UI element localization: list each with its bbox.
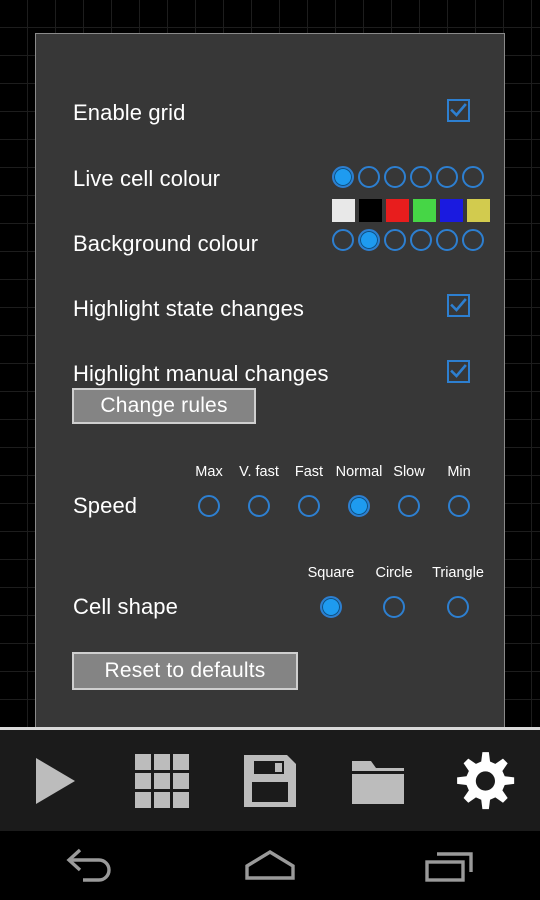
speed-radio-fast[interactable] (298, 495, 320, 517)
enable-grid-checkbox[interactable] (447, 99, 470, 122)
back-icon (66, 848, 111, 882)
settings-dialog: Enable grid Live cell colour Background … (35, 33, 505, 727)
cell-shape-caption-triangle: Triangle (432, 565, 484, 581)
recents-button[interactable] (360, 831, 540, 900)
speed-radio-normal[interactable] (348, 495, 370, 517)
colour-swatch-yellow (467, 199, 490, 222)
live-cell-colour-radio-green[interactable] (410, 166, 432, 188)
live-cell-colour-radio-blue[interactable] (436, 166, 458, 188)
colour-swatch-strip (332, 199, 494, 222)
colour-swatch-blue (440, 199, 463, 222)
speed-caption-min: Min (447, 464, 471, 480)
background-colour-label: Background colour (73, 231, 259, 256)
gear-icon (457, 751, 515, 809)
setting-row-speed: Speed (36, 489, 504, 523)
speed-radio-max[interactable] (198, 495, 220, 517)
setting-row-enable-grid[interactable]: Enable grid (36, 96, 504, 130)
setting-row-cell-shape: Cell shape (36, 590, 504, 624)
speed-radio-v-fast[interactable] (248, 495, 270, 517)
enable-grid-label: Enable grid (73, 100, 186, 125)
open-button[interactable] (332, 735, 424, 827)
cell-shape-radio-triangle[interactable] (447, 596, 469, 618)
speed-radio-slow[interactable] (398, 495, 420, 517)
colour-swatch-black (359, 199, 382, 222)
change-rules-button[interactable]: Change rules (72, 388, 256, 424)
cell-shape-radio-square[interactable] (320, 596, 342, 618)
live-cell-colour-radio-red[interactable] (384, 166, 406, 188)
checkmark-icon (450, 103, 467, 117)
speed-radio-min[interactable] (448, 495, 470, 517)
highlight-state-changes-label: Highlight state changes (73, 296, 305, 321)
app-toolbar (0, 730, 540, 831)
save-button[interactable] (224, 735, 316, 827)
background-colour-radio-group[interactable] (332, 229, 484, 251)
folder-icon (352, 760, 404, 804)
highlight-manual-changes-checkbox[interactable] (447, 360, 470, 383)
colour-swatch-red (386, 199, 409, 222)
checkmark-icon (450, 298, 467, 312)
live-cell-colour-radio-yellow[interactable] (462, 166, 484, 188)
android-nav-bar (0, 831, 540, 900)
setting-row-highlight-manual-changes[interactable]: Highlight manual changes (36, 357, 504, 391)
colour-swatch-green (413, 199, 436, 222)
live-cell-colour-radio-black[interactable] (358, 166, 380, 188)
play-button[interactable] (8, 735, 100, 827)
grid-icon (135, 753, 189, 808)
save-icon (244, 754, 296, 807)
setting-row-highlight-state-changes[interactable]: Highlight state changes (36, 292, 504, 326)
home-button[interactable] (180, 831, 360, 900)
back-button[interactable] (0, 831, 180, 900)
background-colour-radio-blue[interactable] (436, 229, 458, 251)
recents-icon (425, 851, 473, 882)
play-icon (36, 757, 75, 804)
checkmark-icon (450, 364, 467, 378)
cell-shape-radio-circle[interactable] (383, 596, 405, 618)
cell-shape-label: Cell shape (73, 594, 178, 619)
colour-swatch-white (332, 199, 355, 222)
highlight-state-changes-checkbox[interactable] (447, 294, 470, 317)
speed-label: Speed (73, 493, 138, 518)
reset-to-defaults-button[interactable]: Reset to defaults (72, 652, 298, 690)
background-colour-radio-red[interactable] (384, 229, 406, 251)
background-colour-radio-green[interactable] (410, 229, 432, 251)
highlight-manual-changes-label: Highlight manual changes (73, 361, 329, 386)
settings-button[interactable] (440, 735, 532, 827)
live-cell-colour-radio-white[interactable] (332, 166, 354, 188)
background-colour-radio-black[interactable] (358, 229, 380, 251)
background-colour-radio-white[interactable] (332, 229, 354, 251)
grid-button[interactable] (116, 735, 208, 827)
live-cell-colour-label: Live cell colour (73, 166, 221, 191)
home-icon (245, 849, 295, 880)
background-colour-radio-yellow[interactable] (462, 229, 484, 251)
live-cell-colour-radio-group[interactable] (332, 166, 484, 188)
